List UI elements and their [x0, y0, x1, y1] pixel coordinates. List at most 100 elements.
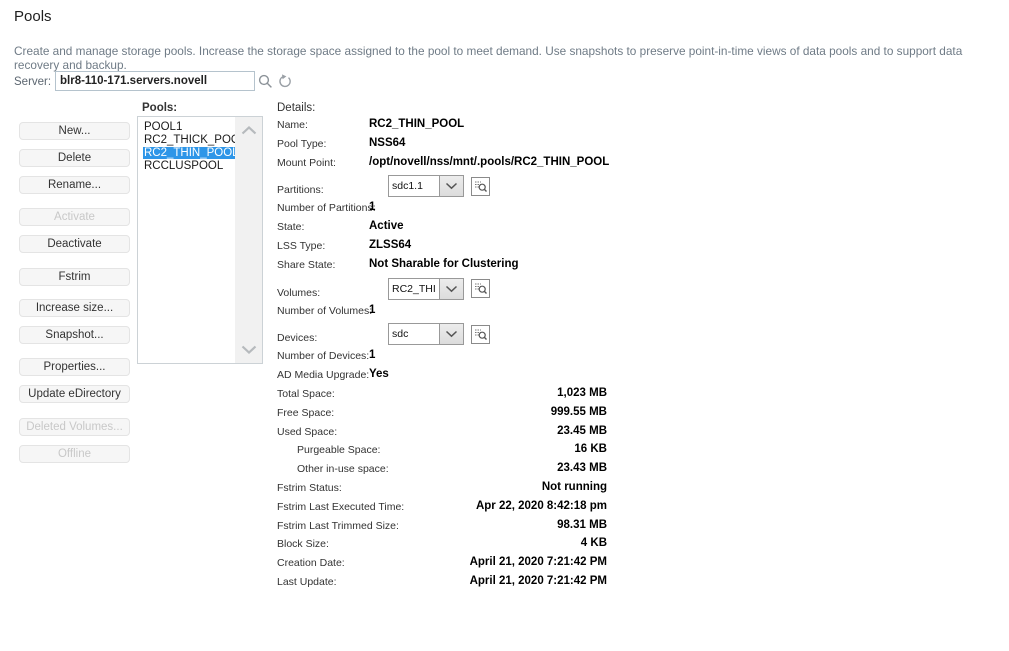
chevron-down-icon — [445, 330, 458, 338]
detail-value-mount-point: /opt/novell/nss/mnt/.pools/RC2_THIN_POOL — [369, 155, 609, 168]
partitions-select-value[interactable]: sdc1.1 — [388, 175, 439, 197]
partitions-select-button[interactable] — [439, 175, 464, 197]
chevron-down-icon — [445, 285, 458, 293]
chevron-up-icon[interactable] — [241, 126, 257, 135]
volumes-select-value[interactable]: RC2_THI — [388, 278, 439, 300]
detail-label-fstrim-last-executed-time: Fstrim Last Executed Time: — [277, 499, 369, 513]
deactivate-button[interactable]: Deactivate — [19, 235, 130, 253]
detail-row-number-of-devices: Number of Devices:1 — [277, 348, 607, 367]
detail-value-number-of-devices: 1 — [369, 348, 375, 361]
detail-row-creation-date: Creation Date:April 21, 2020 7:21:42 PM — [277, 555, 607, 574]
increase-size-button[interactable]: Increase size... — [19, 299, 130, 317]
detail-row-partitions: Partitions: sdc1.1 — [277, 173, 607, 200]
detail-value-block-size: 4 KB — [369, 536, 607, 549]
detail-row-block-size: Block Size:4 KB — [277, 536, 607, 555]
detail-label-creation-date: Creation Date: — [277, 555, 369, 569]
detail-value-name: RC2_THIN_POOL — [369, 117, 464, 130]
detail-value-free-space: 999.55 MB — [369, 405, 607, 418]
details-panel: Name:RC2_THIN_POOLPool Type:NSS64Mount P… — [277, 117, 607, 593]
pool-list-item[interactable]: POOL1 — [143, 121, 235, 134]
pool-list-item[interactable]: RC2_THICK_POOL — [143, 134, 235, 147]
search-icon[interactable] — [258, 74, 273, 94]
detail-row-number-of-partitions: Number of Partitions:1 — [277, 200, 607, 219]
detail-row-lss-type: LSS Type:ZLSS64 — [277, 238, 607, 257]
detail-row-ad-media-upgrade: AD Media Upgrade:Yes — [277, 367, 607, 386]
delete-button[interactable]: Delete — [19, 149, 130, 167]
detail-label-total-space: Total Space: — [277, 386, 369, 400]
detail-row-pool-type: Pool Type:NSS64 — [277, 136, 607, 155]
detail-label-last-update: Last Update: — [277, 574, 369, 588]
devices-select-button[interactable] — [439, 323, 464, 345]
server-label: Server: — [14, 76, 51, 88]
pools-listbox: POOL1RC2_THICK_POOLRC2_THIN_POOLRCCLUSPO… — [137, 116, 263, 364]
pools-page: Pools Create and manage storage pools. I… — [0, 0, 1009, 651]
page-title: Pools — [14, 8, 52, 25]
detail-label-name: Name: — [277, 117, 369, 131]
detail-label-partitions: Partitions: — [277, 182, 369, 200]
detail-value-number-of-volumes: 1 — [369, 303, 375, 316]
detail-label-purgeable-space: Purgeable Space: — [277, 442, 389, 456]
detail-label-lss-type: LSS Type: — [277, 238, 369, 252]
pools-list-scrollbar[interactable] — [235, 117, 262, 363]
magnifier-document-icon — [474, 328, 487, 341]
detail-row-number-of-volumes: Number of Volumes:1 — [277, 303, 607, 322]
detail-value-state: Active — [369, 219, 404, 232]
snapshot-button[interactable]: Snapshot... — [19, 326, 130, 344]
detail-value-total-space: 1,023 MB — [369, 386, 607, 399]
detail-label-block-size: Block Size: — [277, 536, 369, 550]
partitions-combo: sdc1.1 — [388, 175, 490, 200]
partitions-browse-button[interactable] — [471, 177, 490, 196]
detail-value-ad-media-upgrade: Yes — [369, 367, 389, 380]
fstrim-button[interactable]: Fstrim — [19, 268, 130, 286]
devices-browse-button[interactable] — [471, 325, 490, 344]
pool-list-item[interactable]: RC2_THIN_POOL — [143, 147, 235, 160]
detail-label-fstrim-status: Fstrim Status: — [277, 480, 369, 494]
volumes-combo: RC2_THI — [388, 278, 490, 303]
detail-row-share-state: Share State:Not Sharable for Clustering — [277, 257, 607, 276]
detail-row-fstrim-status: Fstrim Status:Not running — [277, 480, 607, 499]
detail-row-used-space: Used Space:23.45 MB — [277, 424, 607, 443]
activate-button: Activate — [19, 208, 130, 226]
page-description: Create and manage storage pools. Increas… — [14, 44, 991, 72]
detail-value-lss-type: ZLSS64 — [369, 238, 411, 251]
detail-label-number-of-partitions: Number of Partitions: — [277, 200, 369, 214]
detail-row-devices: Devices:sdc — [277, 321, 607, 348]
detail-label-ad-media-upgrade: AD Media Upgrade: — [277, 367, 369, 381]
properties-button[interactable]: Properties... — [19, 358, 130, 376]
detail-label-volumes: Volumes: — [277, 285, 369, 303]
update-edirectory-button[interactable]: Update eDirectory — [19, 385, 130, 403]
pools-list: POOL1RC2_THICK_POOLRC2_THIN_POOLRCCLUSPO… — [138, 117, 235, 363]
refresh-icon[interactable] — [277, 74, 293, 95]
detail-row-volumes: Volumes: RC2_THI — [277, 276, 607, 303]
rename-button[interactable]: Rename... — [19, 176, 130, 194]
devices-select-value[interactable]: sdc — [388, 323, 439, 345]
deleted-volumes-button: Deleted Volumes... — [19, 418, 130, 436]
detail-value-last-update: April 21, 2020 7:21:42 PM — [369, 574, 607, 587]
volumes-browse-button[interactable] — [471, 279, 490, 298]
volumes-select-button[interactable] — [439, 278, 464, 300]
pools-list-label: Pools: — [142, 102, 177, 114]
chevron-down-icon — [445, 182, 458, 190]
new-button[interactable]: New... — [19, 122, 130, 140]
detail-label-number-of-volumes: Number of Volumes: — [277, 303, 369, 317]
detail-value-other-in-use-space: 23.43 MB — [389, 461, 607, 474]
action-buttons: New... Delete Rename... Activate Deactivate F… — [19, 122, 130, 463]
pool-list-item[interactable]: RCCLUSPOOL — [143, 160, 235, 173]
detail-value-share-state: Not Sharable for Clustering — [369, 257, 519, 270]
detail-label-state: State: — [277, 219, 369, 233]
detail-value-used-space: 23.45 MB — [369, 424, 607, 437]
chevron-down-icon[interactable] — [241, 345, 257, 354]
detail-row-other-in-use-space: Other in-use space:23.43 MB — [277, 461, 607, 480]
offline-button: Offline — [19, 445, 130, 463]
detail-value-pool-type: NSS64 — [369, 136, 405, 149]
detail-row-fstrim-last-executed-time: Fstrim Last Executed Time:Apr 22, 2020 8… — [277, 499, 607, 518]
magnifier-document-icon — [474, 180, 487, 193]
detail-label-other-in-use-space: Other in-use space: — [277, 461, 389, 475]
detail-row-fstrim-last-trimmed-size: Fstrim Last Trimmed Size:98.31 MB — [277, 518, 607, 537]
detail-label-used-space: Used Space: — [277, 424, 369, 438]
server-input[interactable] — [55, 71, 255, 91]
detail-label-free-space: Free Space: — [277, 405, 369, 419]
detail-row-free-space: Free Space:999.55 MB — [277, 405, 607, 424]
detail-value-fstrim-status: Not running — [369, 480, 607, 493]
detail-value-purgeable-space: 16 KB — [389, 442, 607, 455]
